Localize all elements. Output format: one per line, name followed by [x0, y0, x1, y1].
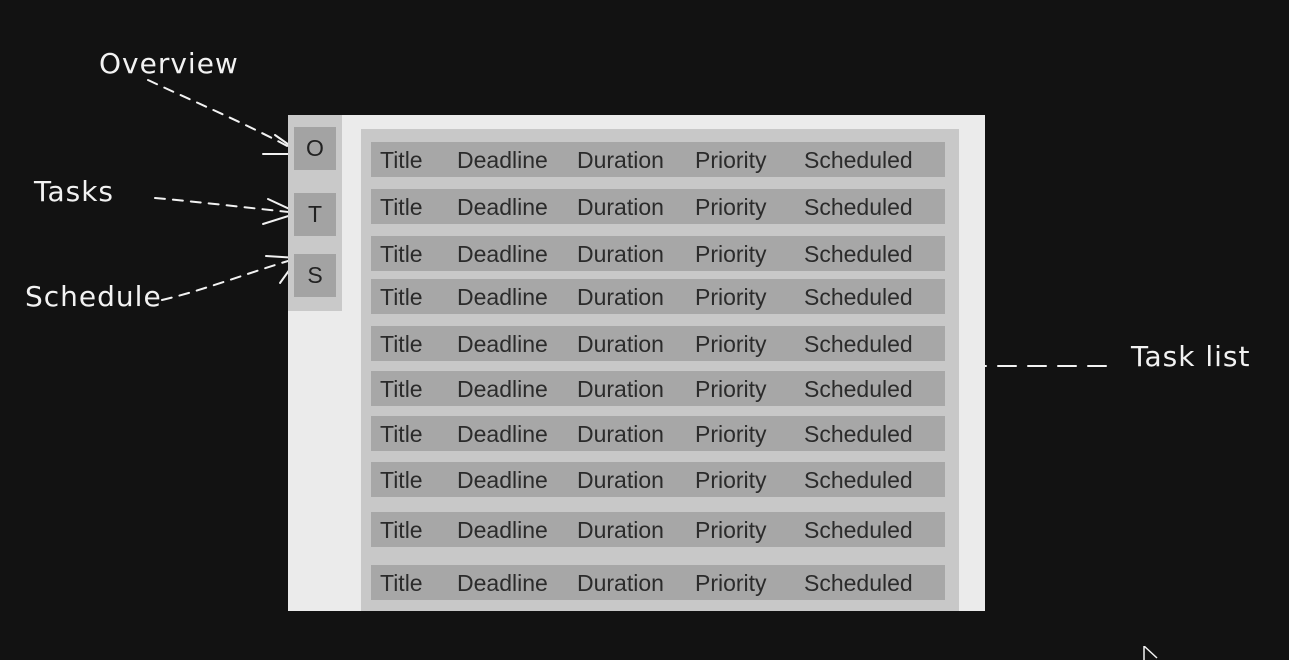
task-title: Title: [380, 241, 423, 267]
sidebar: O T S: [288, 115, 342, 311]
task-scheduled: Scheduled: [804, 421, 913, 447]
task-deadline: Deadline: [457, 241, 548, 267]
task-row[interactable]: Title Deadline Duration Priority Schedul…: [371, 189, 945, 224]
tasks-nav-button[interactable]: T: [294, 193, 336, 236]
task-title: Title: [380, 467, 423, 493]
task-title: Title: [380, 331, 423, 357]
task-scheduled: Scheduled: [804, 194, 913, 220]
task-row[interactable]: Title Deadline Duration Priority Schedul…: [371, 371, 945, 406]
task-list: Title Deadline Duration Priority Schedul…: [361, 129, 959, 611]
task-priority: Priority: [695, 147, 767, 173]
task-duration: Duration: [577, 570, 664, 596]
tasks-arrow: [154, 197, 299, 214]
overview-annotation: Overview: [99, 47, 239, 80]
task-scheduled: Scheduled: [804, 241, 913, 267]
task-duration: Duration: [577, 284, 664, 310]
schedule-arrow: [161, 257, 299, 301]
overview-arrow: [147, 79, 303, 155]
task-title: Title: [380, 421, 423, 447]
task-scheduled: Scheduled: [804, 147, 913, 173]
task-duration: Duration: [577, 421, 664, 447]
task-deadline: Deadline: [457, 467, 548, 493]
task-row[interactable]: Title Deadline Duration Priority Schedul…: [371, 326, 945, 361]
task-title: Title: [380, 376, 423, 402]
task-deadline: Deadline: [457, 331, 548, 357]
task-priority: Priority: [695, 376, 767, 402]
task-scheduled: Scheduled: [804, 570, 913, 596]
task-row[interactable]: Title Deadline Duration Priority Schedul…: [371, 236, 945, 271]
task-scheduled: Scheduled: [804, 331, 913, 357]
app-frame: O T S Title Deadline Duration Priority S…: [288, 115, 985, 611]
task-title: Title: [380, 284, 423, 310]
task-duration: Duration: [577, 517, 664, 543]
task-duration: Duration: [577, 376, 664, 402]
task-duration: Duration: [577, 331, 664, 357]
task-row[interactable]: Title Deadline Duration Priority Schedul…: [371, 416, 945, 451]
task-duration: Duration: [577, 147, 664, 173]
task-priority: Priority: [695, 421, 767, 447]
task-title: Title: [380, 194, 423, 220]
task-title: Title: [380, 147, 423, 173]
task-priority: Priority: [695, 194, 767, 220]
task-row[interactable]: Title Deadline Duration Priority Schedul…: [371, 142, 945, 177]
task-deadline: Deadline: [457, 517, 548, 543]
task-list-annotation: Task list: [1131, 340, 1251, 373]
task-priority: Priority: [695, 570, 767, 596]
task-title: Title: [380, 517, 423, 543]
task-deadline: Deadline: [457, 570, 548, 596]
mouse-pointer-icon: [1143, 646, 1158, 660]
task-deadline: Deadline: [457, 147, 548, 173]
overview-nav-button[interactable]: O: [294, 127, 336, 170]
task-title: Title: [380, 570, 423, 596]
task-scheduled: Scheduled: [804, 467, 913, 493]
task-deadline: Deadline: [457, 194, 548, 220]
task-scheduled: Scheduled: [804, 284, 913, 310]
task-row[interactable]: Title Deadline Duration Priority Schedul…: [371, 279, 945, 314]
task-priority: Priority: [695, 517, 767, 543]
task-row[interactable]: Title Deadline Duration Priority Schedul…: [371, 512, 945, 547]
task-duration: Duration: [577, 467, 664, 493]
schedule-nav-button[interactable]: S: [294, 254, 336, 297]
task-duration: Duration: [577, 241, 664, 267]
task-row[interactable]: Title Deadline Duration Priority Schedul…: [371, 565, 945, 600]
task-row[interactable]: Title Deadline Duration Priority Schedul…: [371, 462, 945, 497]
task-priority: Priority: [695, 241, 767, 267]
task-deadline: Deadline: [457, 421, 548, 447]
task-scheduled: Scheduled: [804, 517, 913, 543]
task-scheduled: Scheduled: [804, 376, 913, 402]
task-priority: Priority: [695, 284, 767, 310]
task-priority: Priority: [695, 331, 767, 357]
task-duration: Duration: [577, 194, 664, 220]
task-deadline: Deadline: [457, 376, 548, 402]
tasks-annotation: Tasks: [34, 175, 115, 208]
task-deadline: Deadline: [457, 284, 548, 310]
schedule-annotation: Schedule: [25, 280, 162, 313]
task-priority: Priority: [695, 467, 767, 493]
